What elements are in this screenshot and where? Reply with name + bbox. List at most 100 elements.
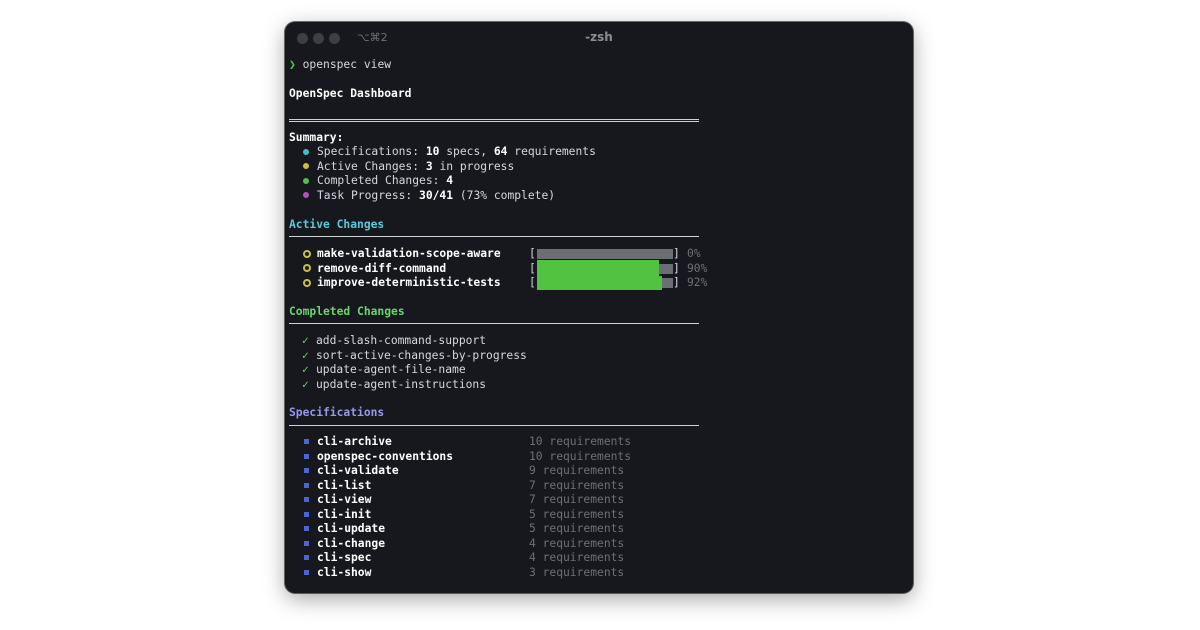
- completed-change-row: ✓ update-agent-file-name: [289, 363, 466, 377]
- summary-value: 64: [493, 145, 508, 158]
- summary-item: Completed Changes: 4: [289, 174, 453, 188]
- summary-text: requirements: [507, 145, 596, 158]
- completed-change-name: add-slash-command-support: [316, 334, 487, 347]
- spec-row: cli-change 4 requirements: [289, 537, 709, 551]
- summary-label: Specifications:: [317, 145, 426, 158]
- spec-name: cli-list: [317, 478, 372, 492]
- spec-requirements-count: 3 requirements: [529, 565, 625, 579]
- checkmark-icon: ✓: [302, 363, 309, 376]
- summary-item: Task Progress: 30/41 (73% complete): [289, 189, 555, 203]
- spec-square-icon: [304, 468, 309, 473]
- spec-name: cli-show: [317, 565, 372, 579]
- window-title: -zsh: [585, 30, 613, 44]
- spec-requirements-count: 5 requirements: [529, 507, 625, 521]
- progress-bar: [537, 249, 673, 259]
- summary-value: 4: [446, 174, 454, 187]
- summary-label: Active Changes:: [317, 159, 426, 173]
- progress-fill: [537, 276, 663, 290]
- completed-change-name: update-agent-file-name: [316, 363, 466, 376]
- command-line: ❯ openspec view: [289, 58, 391, 72]
- progress-close-bracket: ]: [673, 276, 680, 289]
- active-changes-heading: Active Changes: [289, 218, 385, 231]
- active-changes-divider: [289, 236, 699, 237]
- prompt-chevron-icon: ❯: [289, 58, 296, 71]
- active-change-row: improve-deterministic-tests [] 92%: [289, 276, 719, 290]
- spec-requirements-count: 7 requirements: [529, 493, 625, 506]
- summary-item: Active Changes: 3 in progress: [289, 160, 514, 174]
- active-change-row: remove-diff-command [] 90%: [289, 259, 719, 278]
- completed-change-row: ✓ add-slash-command-support: [289, 334, 486, 348]
- title-divider: [289, 119, 699, 122]
- spec-square-icon: [304, 482, 309, 488]
- specifications-divider: [289, 425, 699, 426]
- summary-value: 30/41: [419, 188, 454, 202]
- progress-close-bracket: ]: [673, 247, 680, 260]
- summary-text: (73% complete): [453, 188, 556, 202]
- spec-square-icon: [304, 453, 309, 459]
- summary-value: 3: [425, 159, 433, 173]
- progress-close-bracket: ]: [673, 261, 680, 275]
- spec-requirements-count: 4 requirements: [529, 551, 625, 564]
- dashboard-title: OpenSpec Dashboard: [289, 87, 412, 100]
- spec-square-icon: [304, 569, 309, 575]
- spec-square-icon: [304, 511, 309, 517]
- summary-item: Specifications: 10 specs, 64 requirement…: [289, 145, 596, 159]
- summary-text: in progress: [432, 159, 515, 173]
- spec-row: cli-update 5 requirements: [289, 522, 709, 536]
- completed-change-row: ✓ sort-active-changes-by-progress: [289, 349, 527, 363]
- spec-requirements-count: 7 requirements: [529, 478, 625, 492]
- spec-name: cli-change: [317, 536, 386, 550]
- progress-percent: 90%: [687, 261, 708, 275]
- summary-text: specs,: [439, 145, 494, 158]
- spec-requirements-count: 4 requirements: [529, 536, 625, 550]
- completed-changes-heading: Completed Changes: [289, 305, 405, 318]
- checkmark-icon: ✓: [302, 377, 309, 391]
- spec-name: cli-spec: [317, 551, 372, 564]
- change-name: make-validation-scope-aware: [317, 247, 501, 260]
- spec-row: openspec-conventions 10 requirements: [289, 450, 709, 464]
- summary-label: Task Progress:: [317, 188, 420, 202]
- completed-change-name: update-agent-instructions: [316, 377, 487, 391]
- status-dot-icon: [303, 192, 309, 198]
- terminal-window: ⌥⌘2 -zsh ❯ openspec view OpenSpec Dashbo…: [285, 22, 913, 593]
- spec-square-icon: [304, 439, 309, 444]
- status-dot-icon: [303, 177, 309, 184]
- progress-bar: [537, 276, 673, 290]
- progress-fill: [537, 259, 660, 278]
- checkmark-icon: ✓: [302, 348, 309, 362]
- spec-requirements-count: 10 requirements: [529, 435, 632, 448]
- in-progress-icon: [303, 249, 311, 258]
- in-progress-icon: [303, 264, 311, 272]
- status-dot-icon: [303, 163, 309, 169]
- title-bar: ⌥⌘2 -zsh: [285, 22, 913, 54]
- spec-row: cli-validate 9 requirements: [289, 464, 709, 478]
- spec-name: cli-view: [317, 493, 372, 506]
- summary-heading: Summary:: [289, 131, 344, 144]
- in-progress-icon: [303, 278, 311, 287]
- spec-name: cli-validate: [317, 464, 399, 477]
- spec-name: cli-init: [317, 507, 372, 521]
- progress-percent: 92%: [687, 276, 708, 289]
- progress-open-bracket: [: [529, 247, 536, 260]
- command-text: openspec view: [302, 58, 392, 71]
- spec-square-icon: [304, 497, 309, 502]
- spec-name: cli-archive: [317, 435, 392, 448]
- spec-requirements-count: 10 requirements: [529, 449, 632, 463]
- completed-change-name: sort-active-changes-by-progress: [316, 348, 527, 362]
- checkmark-icon: ✓: [302, 334, 309, 347]
- progress-percent: 0%: [687, 247, 701, 260]
- spec-requirements-count: 5 requirements: [529, 522, 625, 535]
- spec-row: cli-init 5 requirements: [289, 508, 709, 522]
- change-name: improve-deterministic-tests: [317, 276, 501, 289]
- status-dot-icon: [303, 148, 309, 155]
- terminal-content[interactable]: ❯ openspec view OpenSpec Dashboard Summa…: [289, 56, 913, 593]
- spec-row: cli-view 7 requirements: [289, 493, 709, 507]
- spec-name: openspec-conventions: [317, 449, 454, 463]
- spec-row: cli-show 3 requirements: [289, 566, 709, 580]
- spec-square-icon: [304, 555, 309, 560]
- specifications-heading: Specifications: [289, 406, 385, 419]
- spec-row: cli-list 7 requirements: [289, 479, 709, 493]
- spec-requirements-count: 9 requirements: [529, 464, 625, 477]
- spec-square-icon: [304, 540, 309, 546]
- summary-value: 10: [425, 145, 440, 158]
